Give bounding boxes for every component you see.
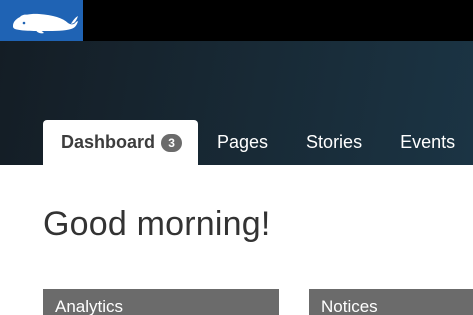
tab-pages[interactable]: Pages [198,120,287,165]
tab-dashboard-label: Dashboard [61,132,156,152]
tab-pages-label: Pages [217,132,269,152]
tab-events[interactable]: Events [381,120,473,165]
top-bar [0,0,473,41]
notices-panel-header: Notices [309,289,473,315]
analytics-panel-title: Analytics [55,297,124,315]
whale-icon [12,13,78,33]
home-logo-link[interactable] [0,0,83,41]
analytics-panel-header: Analytics [43,289,279,315]
tab-dashboard[interactable]: Dashboard 3 [43,120,198,165]
notices-panel-title: Notices [321,297,378,315]
notification-count-badge: 3 [161,133,183,152]
tab-events-label: Events [400,132,456,152]
main-nav-tabs: Dashboard 3 Pages Stories Events [43,120,473,165]
greeting-heading: Good morning! [43,205,271,243]
tab-stories[interactable]: Stories [287,120,381,165]
tab-stories-label: Stories [306,132,363,152]
